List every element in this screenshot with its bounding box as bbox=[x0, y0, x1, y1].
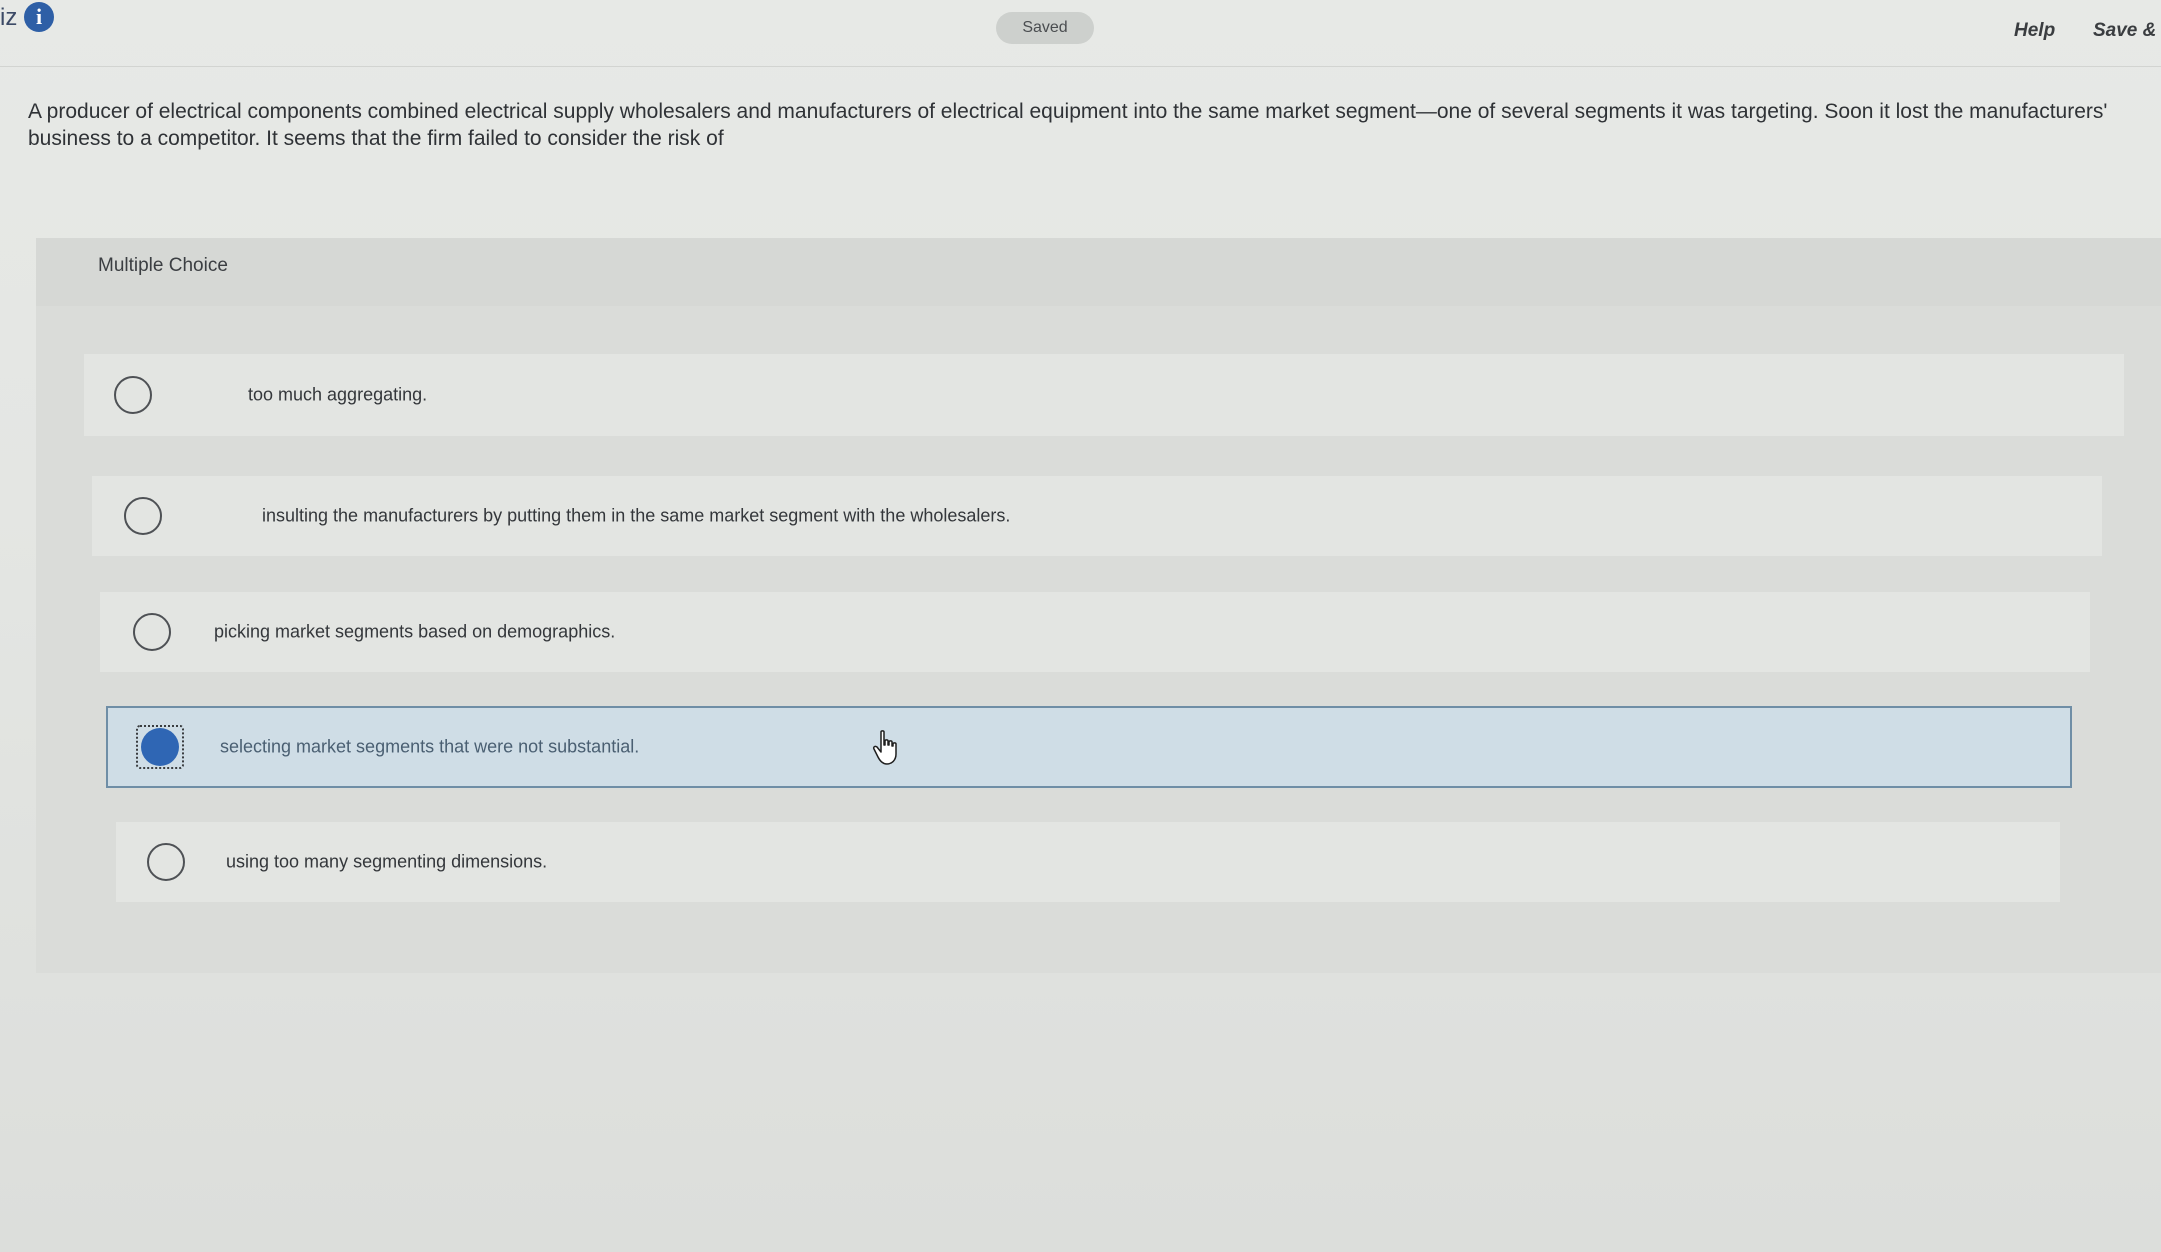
choice-label-5: using too many segmenting dimensions. bbox=[226, 851, 548, 872]
choice-option-4[interactable]: selecting market segments that were not … bbox=[106, 706, 2072, 788]
choice-option-1[interactable]: too much aggregating. bbox=[84, 354, 2124, 436]
hand-pointer-icon bbox=[873, 730, 897, 765]
choice-option-5[interactable]: using too many segmenting dimensions. bbox=[116, 822, 2060, 902]
saved-status-badge: Saved bbox=[996, 12, 1094, 44]
radio-button-4-selected[interactable] bbox=[136, 725, 184, 769]
save-exit-button[interactable]: Save & bbox=[2093, 20, 2156, 42]
choice-label-4: selecting market segments that were not … bbox=[220, 736, 640, 757]
choice-option-2[interactable]: insulting the manufacturers by putting t… bbox=[92, 476, 2102, 556]
choice-option-3[interactable]: picking market segments based on demogra… bbox=[100, 592, 2090, 672]
multiple-choice-panel: Multiple Choice too much aggregating. in… bbox=[36, 238, 2161, 973]
info-icon[interactable]: i bbox=[24, 2, 54, 32]
question-prompt: A producer of electrical components comb… bbox=[28, 100, 2108, 150]
radio-button-3[interactable] bbox=[133, 613, 171, 651]
multiple-choice-header: Multiple Choice bbox=[36, 238, 2161, 306]
choice-label-2: insulting the manufacturers by putting t… bbox=[262, 505, 1011, 526]
radio-button-2[interactable] bbox=[124, 497, 162, 535]
multiple-choice-title: Multiple Choice bbox=[98, 255, 228, 276]
quiz-title-fragment: iz bbox=[0, 4, 18, 31]
choice-label-3: picking market segments based on demogra… bbox=[214, 621, 616, 642]
choice-label-1: too much aggregating. bbox=[248, 384, 428, 405]
top-bar: iz i Saved Help Save & bbox=[0, 0, 2161, 67]
radio-button-1[interactable] bbox=[114, 376, 152, 414]
radio-button-5[interactable] bbox=[147, 843, 185, 881]
help-link[interactable]: Help bbox=[2014, 20, 2055, 42]
